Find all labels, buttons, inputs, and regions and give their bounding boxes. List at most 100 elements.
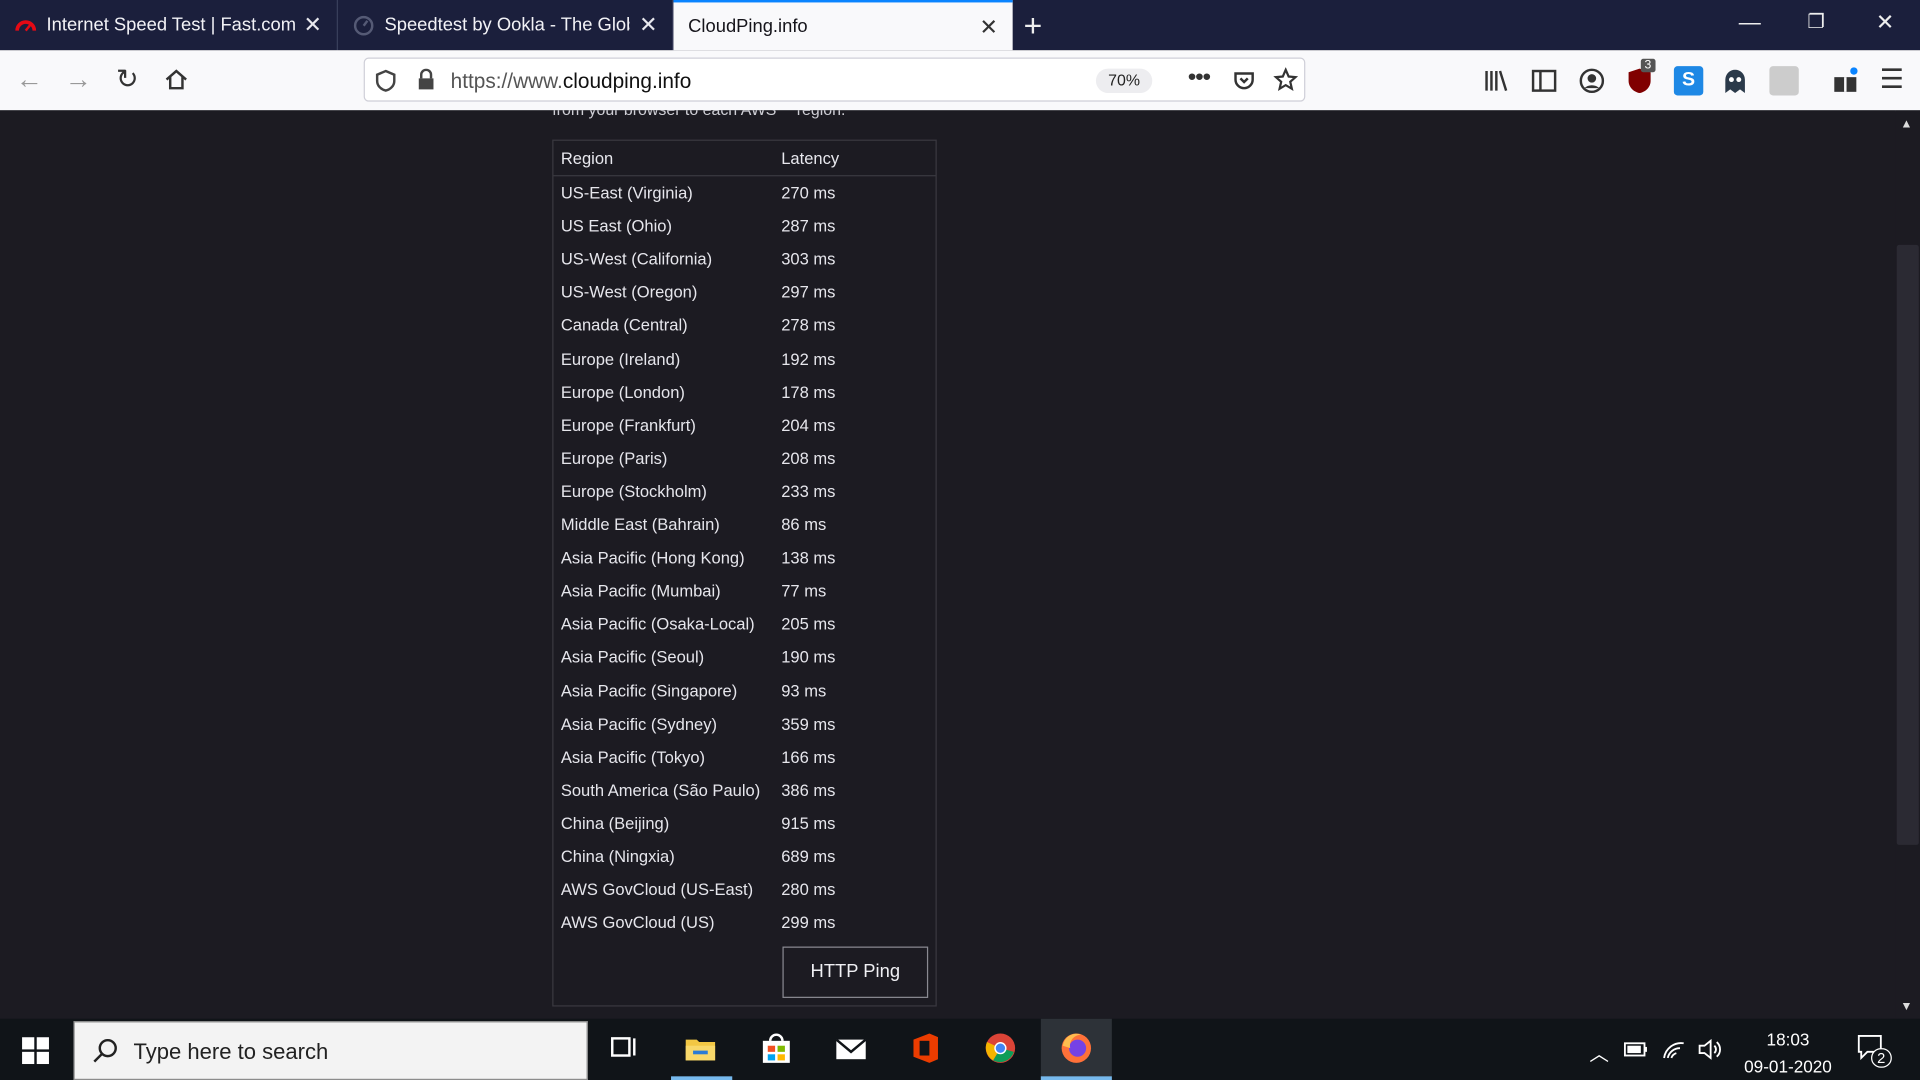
intro-text: from your browser to each AWS™ region. xyxy=(552,110,845,119)
close-window-icon[interactable]: ✕ xyxy=(1876,10,1894,36)
table-row: AWS GovCloud (US-East) 280 ms xyxy=(553,873,935,906)
latency-cell: 190 ms xyxy=(781,648,836,667)
table-header: Region Latency xyxy=(553,141,936,177)
scroll-up-icon[interactable]: ▲ xyxy=(1900,118,1912,131)
forward-icon[interactable]: → xyxy=(61,62,95,96)
region-cell: US East (Ohio) xyxy=(560,216,672,236)
office-icon[interactable] xyxy=(909,1031,943,1065)
scroll-down-icon[interactable]: ▼ xyxy=(1900,1000,1912,1013)
restore-icon[interactable]: ❐ xyxy=(1807,10,1825,34)
library-icon[interactable] xyxy=(1482,66,1511,95)
task-view-icon[interactable] xyxy=(607,1031,641,1065)
ublock-extension[interactable]: 3 xyxy=(1626,58,1655,95)
table-row: Asia Pacific (Sydney) 359 ms xyxy=(553,707,935,740)
url-domain: cloudping.info xyxy=(562,69,692,94)
region-cell: Asia Pacific (Seoul) xyxy=(560,648,705,667)
latency-cell: 689 ms xyxy=(781,847,836,866)
latency-cell: 280 ms xyxy=(781,880,836,899)
taskbar-search-box[interactable]: Type here to search xyxy=(73,1021,588,1080)
region-cell: Middle East (Bahrain) xyxy=(560,515,720,534)
account-icon[interactable] xyxy=(1577,66,1606,95)
table-row: Asia Pacific (Mumbai) 77 ms xyxy=(553,575,935,608)
url-prefix: https://www. xyxy=(450,69,563,94)
scrollbar-thumb[interactable] xyxy=(1896,244,1919,845)
table-row: South America (São Paulo) 386 ms xyxy=(553,774,935,807)
latency-cell: 303 ms xyxy=(781,250,836,269)
wifi-icon[interactable] xyxy=(1662,1038,1686,1060)
tab-cloudping[interactable]: CloudPing.info ✕ xyxy=(673,0,1013,51)
ghostery-icon[interactable] xyxy=(1720,66,1749,95)
tab-label: CloudPing.info xyxy=(688,15,808,37)
region-cell: Europe (Ireland) xyxy=(560,349,681,368)
volume-icon[interactable] xyxy=(1697,1038,1721,1060)
latency-cell: 270 ms xyxy=(781,183,836,203)
table-row: US-West (Oregon) 297 ms xyxy=(553,276,935,309)
table-row: Europe (Ireland) 192 ms xyxy=(553,342,935,375)
table-row: Middle East (Bahrain) 86 ms xyxy=(553,508,935,541)
system-clock[interactable]: 18:03 09-01-2020 xyxy=(1744,1026,1832,1080)
firefox-taskbar-button[interactable] xyxy=(1040,1018,1112,1080)
latency-cell: 359 ms xyxy=(781,714,836,733)
bookmark-star-icon[interactable] xyxy=(1273,67,1298,92)
region-cell: Europe (Frankfurt) xyxy=(560,415,696,435)
pocket-icon[interactable] xyxy=(1232,69,1256,93)
table-row: China (Beijing) 915 ms xyxy=(553,807,935,840)
table-row: US-East (Virginia) 270 ms xyxy=(553,176,935,209)
latency-cell: 299 ms xyxy=(781,913,836,933)
home-icon[interactable] xyxy=(159,62,193,96)
region-cell: South America (São Paulo) xyxy=(560,780,761,800)
menu-icon[interactable]: ☰ xyxy=(1875,62,1909,96)
notification-badge: 2 xyxy=(1871,1048,1892,1068)
shield-icon[interactable] xyxy=(375,69,397,93)
url-bar[interactable]: https://www.cloudping.info 70% ••• xyxy=(363,57,1306,102)
http-ping-button[interactable]: HTTP Ping xyxy=(782,946,929,998)
store-icon[interactable] xyxy=(759,1031,793,1065)
plus-icon[interactable]: + xyxy=(1024,7,1043,45)
tab-speedtest[interactable]: Speedtest by Ookla - The Global Broadban… xyxy=(338,0,674,51)
mail-icon[interactable] xyxy=(834,1031,868,1065)
table-row: Asia Pacific (Hong Kong) 138 ms xyxy=(553,541,935,574)
navigation-toolbar: ← → ↻ https://www.cloudping.info 70% •••… xyxy=(0,50,1920,112)
latency-cell: 386 ms xyxy=(781,780,836,800)
table-row: Asia Pacific (Osaka-Local) 205 ms xyxy=(553,608,935,641)
close-icon[interactable]: ✕ xyxy=(979,15,997,41)
active-app-indicator xyxy=(1040,1076,1112,1080)
latency-cell: 93 ms xyxy=(781,681,827,700)
back-icon[interactable]: ← xyxy=(12,62,46,96)
tab-fast-com[interactable]: Internet Speed Test | Fast.com ✕ xyxy=(0,0,338,51)
search-icon xyxy=(93,1038,117,1063)
tab-label: Internet Speed Test | Fast.com xyxy=(46,14,297,36)
table-row: Asia Pacific (Singapore) 93 ms xyxy=(553,674,935,707)
battery-icon[interactable] xyxy=(1623,1041,1648,1058)
zoom-level[interactable]: 70% xyxy=(1095,68,1153,94)
url-text[interactable]: https://www.cloudping.info xyxy=(451,70,692,94)
region-cell: Europe (Paris) xyxy=(560,449,668,468)
region-cell: Asia Pacific (Osaka-Local) xyxy=(560,615,755,634)
ublock-badge: 3 xyxy=(1640,58,1655,73)
reload-icon[interactable]: ↻ xyxy=(110,62,144,96)
skype-icon[interactable]: S xyxy=(1673,66,1704,96)
region-column-header: Region xyxy=(560,149,614,168)
search-placeholder: Type here to search xyxy=(133,1039,329,1065)
lock-icon[interactable] xyxy=(416,68,436,91)
latency-cell: 915 ms xyxy=(781,814,836,833)
table-row: Europe (London) 178 ms xyxy=(553,375,935,408)
windows-start-icon[interactable] xyxy=(22,1037,49,1065)
latency-cell: 138 ms xyxy=(781,548,836,568)
close-icon[interactable]: ✕ xyxy=(639,12,657,38)
gift-icon[interactable] xyxy=(1831,66,1860,95)
close-icon[interactable]: ✕ xyxy=(304,12,322,38)
latency-column-header: Latency xyxy=(781,149,840,168)
page-actions-icon[interactable]: ••• xyxy=(1188,64,1211,92)
file-explorer-icon[interactable] xyxy=(683,1031,717,1065)
extension-icon[interactable] xyxy=(1769,66,1799,96)
latency-cell: 233 ms xyxy=(781,482,836,501)
minimize-icon[interactable]: — xyxy=(1739,10,1761,36)
chrome-icon[interactable] xyxy=(983,1031,1017,1065)
region-cell: Europe (Stockholm) xyxy=(560,482,707,501)
firefox-icon xyxy=(1061,1033,1092,1063)
speedometer-icon xyxy=(15,19,37,31)
sidebar-icon[interactable] xyxy=(1529,66,1558,95)
chevron-up-icon[interactable]: ︿ xyxy=(1589,1037,1609,1066)
notification-center[interactable]: 2 xyxy=(1856,1033,1892,1068)
